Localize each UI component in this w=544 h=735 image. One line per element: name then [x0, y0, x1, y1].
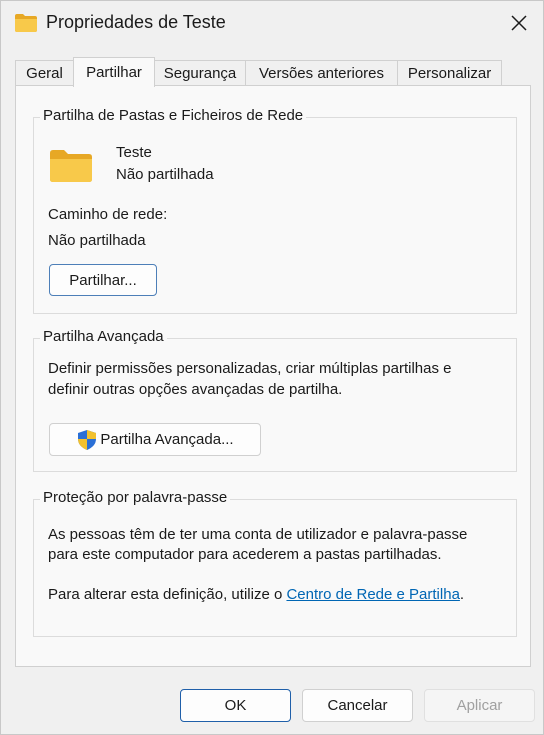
password-protection-group: Proteção por palavra-passe As pessoas tê…: [33, 489, 517, 637]
tab-geral[interactable]: Geral: [15, 60, 74, 86]
properties-dialog: Propriedades de Teste Geral Partilhar Se…: [0, 0, 544, 735]
password-protection-text-1: As pessoas têm de ter uma conta de utili…: [48, 526, 468, 543]
advanced-sharing-description-2: definir outras opções avançadas de parti…: [48, 381, 343, 398]
uac-shield-icon: [76, 429, 98, 451]
advanced-sharing-group: Partilha Avançada Definir permissões per…: [33, 328, 517, 472]
change-setting-suffix: .: [459, 586, 465, 603]
tab-versoes-anteriores[interactable]: Versões anteriores: [245, 60, 398, 86]
advanced-sharing-description-1: Definir permissões personalizadas, criar…: [48, 360, 452, 377]
tab-seguranca[interactable]: Segurança: [154, 60, 246, 86]
window-title: Propriedades de Teste: [46, 12, 226, 32]
change-setting-prefix: Para alterar esta definição, utilize o: [48, 586, 287, 603]
group-label-network-sharing: Partilha de Pastas e Ficheiros de Rede: [40, 107, 307, 124]
password-protection-text-2: para este computador para acederem a pas…: [48, 546, 442, 563]
folder-share-status: Não partilhada: [116, 166, 214, 183]
network-sharing-center-link[interactable]: Centro de Rede e Partilha: [286, 586, 459, 603]
sharing-panel: Partilha de Pastas e Ficheiros de Rede T…: [15, 85, 531, 667]
cancel-button[interactable]: Cancelar: [302, 689, 413, 722]
apply-button[interactable]: Aplicar: [424, 689, 535, 722]
close-icon: [511, 15, 527, 31]
group-label-advanced-sharing: Partilha Avançada: [40, 328, 167, 345]
tab-partilhar[interactable]: Partilhar: [73, 57, 155, 87]
network-path-label: Caminho de rede:: [48, 206, 168, 223]
advanced-sharing-button[interactable]: Partilha Avançada...: [49, 423, 261, 456]
tab-personalizar[interactable]: Personalizar: [397, 60, 502, 86]
folder-name: Teste: [116, 144, 152, 161]
close-button[interactable]: [497, 7, 541, 39]
network-path-value: Não partilhada: [48, 232, 146, 249]
advanced-sharing-button-label: Partilha Avançada...: [100, 431, 234, 448]
title-bar: Propriedades de Teste: [1, 1, 543, 45]
folder-icon: [14, 13, 38, 33]
ok-button[interactable]: OK: [180, 689, 291, 722]
network-sharing-group: Partilha de Pastas e Ficheiros de Rede T…: [33, 107, 517, 314]
change-setting-text: Para alterar esta definição, utilize o C…: [48, 586, 464, 603]
group-label-password-protection: Proteção por palavra-passe: [40, 489, 231, 506]
share-button[interactable]: Partilhar...: [49, 264, 157, 296]
shared-folder-icon: [49, 149, 93, 183]
